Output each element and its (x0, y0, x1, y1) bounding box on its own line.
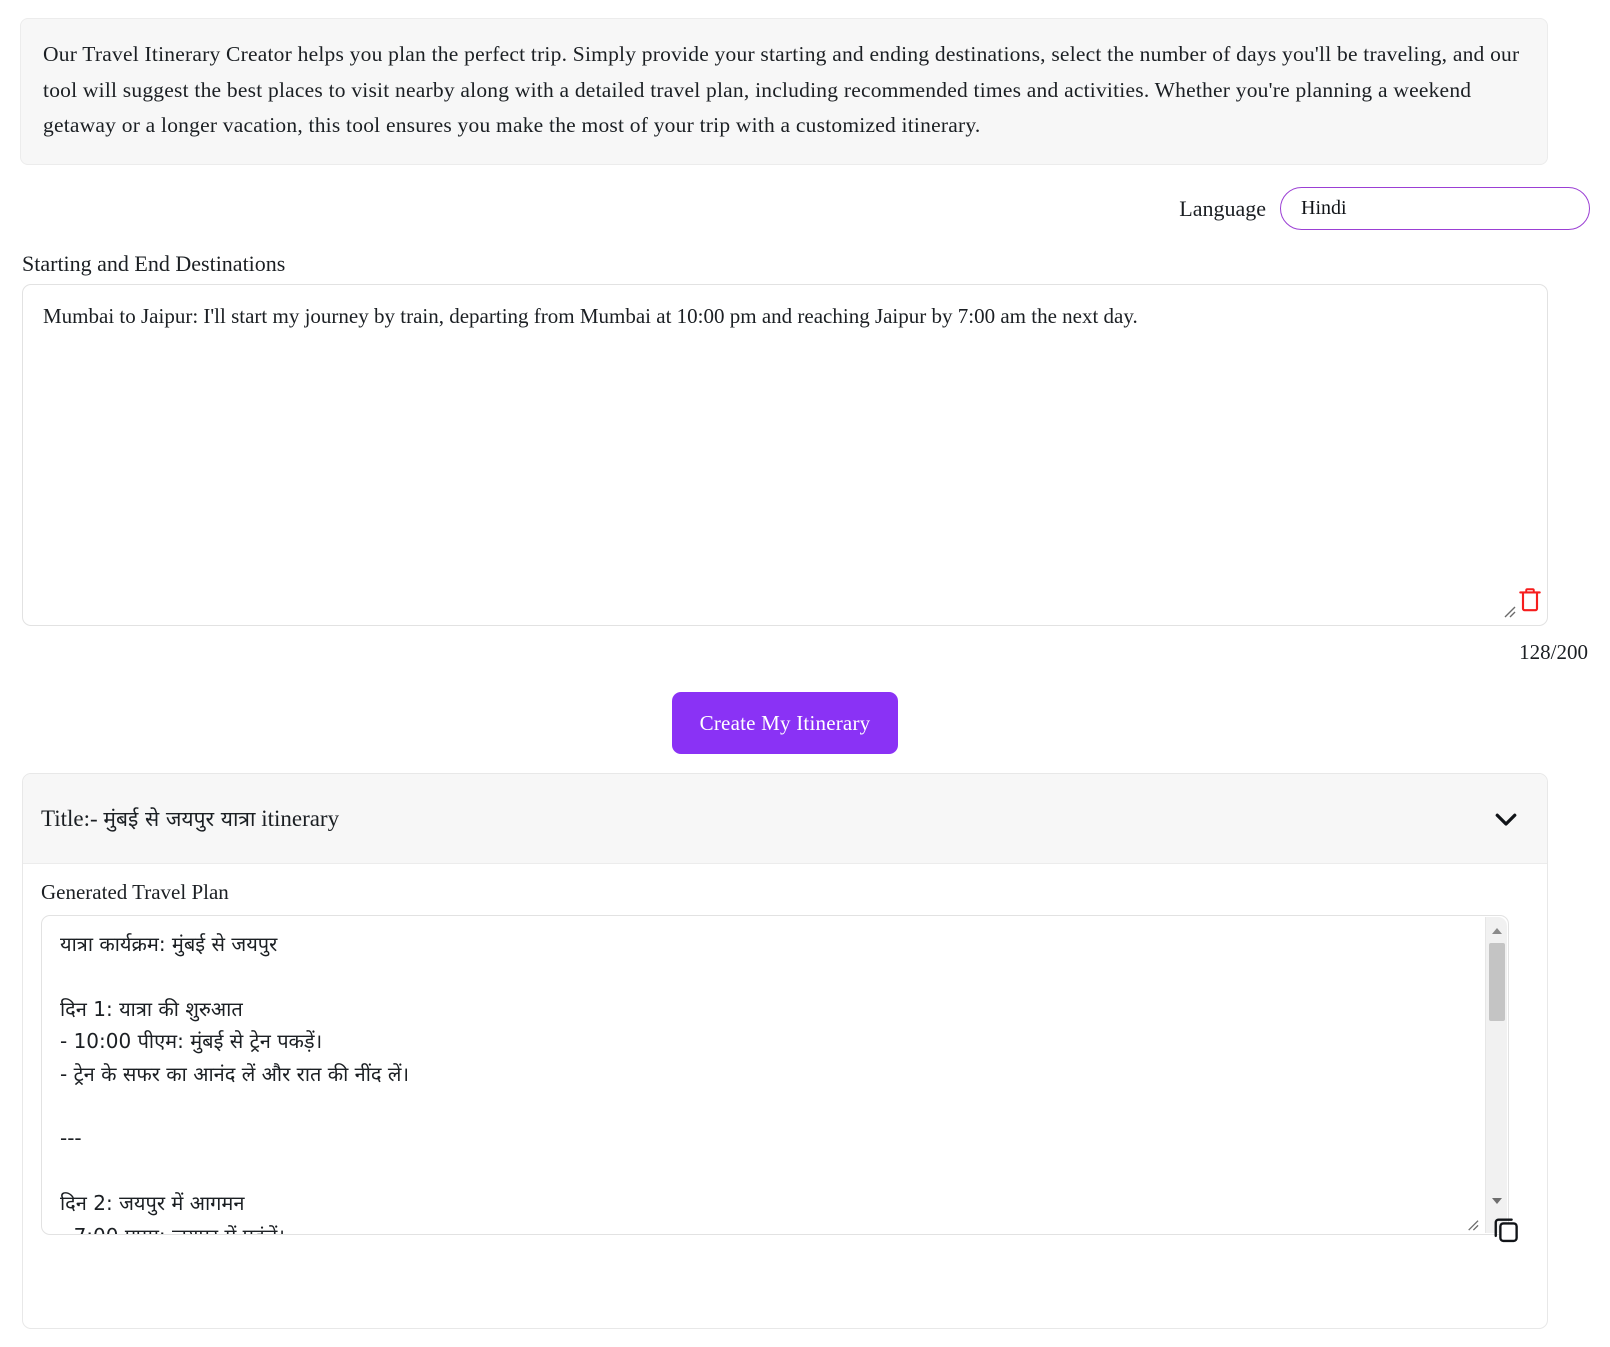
language-row: Language Hindi (1179, 187, 1590, 230)
intro-banner: Our Travel Itinerary Creator helps you p… (20, 18, 1548, 166)
chevron-down-icon[interactable] (1491, 804, 1521, 834)
generated-plan-label: Generated Travel Plan (41, 880, 229, 904)
intro-text: Our Travel Itinerary Creator helps you p… (43, 42, 1520, 138)
accordion-body: Generated Travel Plan यात्रा कार्यक्रम: … (23, 864, 1547, 1242)
accordion-title-prefix: Title:- (41, 805, 104, 831)
generated-plan-wrapper: यात्रा कार्यक्रम: मुंबई से जयपुर दिन 1: … (41, 915, 1518, 1242)
scroll-up-arrow-icon[interactable] (1486, 921, 1507, 941)
destinations-input-wrapper (22, 284, 1548, 626)
accordion-title-suffix: itinerary (255, 805, 340, 831)
character-counter: 128/200 (1519, 640, 1588, 664)
trash-icon (1519, 588, 1541, 612)
destinations-input[interactable] (22, 284, 1548, 626)
generated-plan-output[interactable]: यात्रा कार्यक्रम: मुंबई से जयपुर दिन 1: … (41, 915, 1509, 1235)
copy-output-button[interactable] (1489, 1213, 1523, 1247)
scroll-down-arrow-icon[interactable] (1486, 1191, 1507, 1211)
language-label: Language (1179, 195, 1266, 221)
clear-input-button[interactable] (1513, 583, 1547, 617)
language-selected-value: Hindi (1301, 197, 1347, 219)
destinations-label: Starting and End Destinations (22, 251, 286, 276)
accordion-title-devanagari: मुंबई से जयपुर यात्रा (103, 806, 256, 831)
accordion-header[interactable]: Title:- मुंबई से जयपुर यात्रा itinerary (23, 774, 1547, 864)
language-select[interactable]: Hindi (1280, 187, 1590, 230)
copy-icon (1494, 1217, 1518, 1242)
accordion-title: Title:- मुंबई से जयपुर यात्रा itinerary (41, 805, 339, 833)
result-card: Title:- मुंबई से जयपुर यात्रा itinerary … (22, 773, 1548, 1329)
create-itinerary-button[interactable]: Create My Itinerary (672, 692, 898, 754)
output-scrollbar[interactable] (1485, 917, 1507, 1233)
app-page: Our Travel Itinerary Creator helps you p… (0, 0, 1610, 1347)
scrollbar-thumb[interactable] (1489, 943, 1505, 1021)
